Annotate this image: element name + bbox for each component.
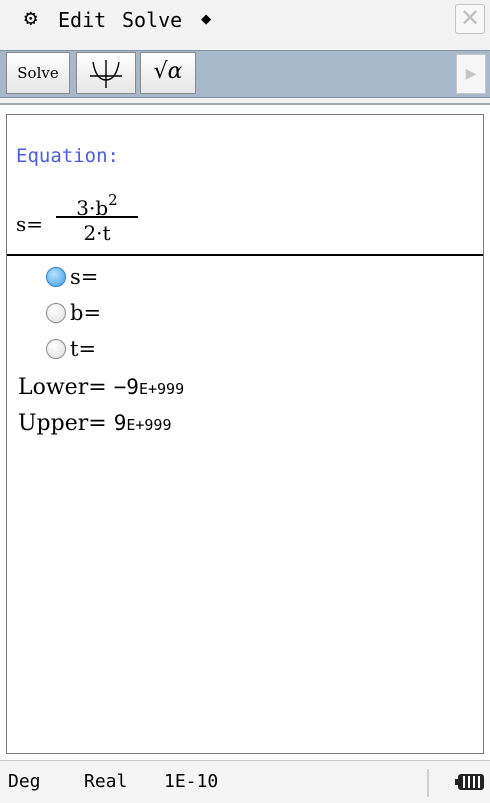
sqrt-alpha-button[interactable]: √α: [140, 52, 196, 94]
graph-icon: [90, 60, 122, 88]
radio-selected-icon: [46, 267, 66, 287]
numerator-exponent: 2: [108, 191, 118, 209]
lower-bound-row[interactable]: Lower= −9E+999: [18, 372, 184, 402]
numerator-base: 3·b: [76, 196, 109, 220]
variable-label: s=: [70, 265, 99, 289]
graph-button[interactable]: [76, 52, 136, 94]
menu-edit[interactable]: Edit: [58, 8, 106, 32]
menu-bar: ⚙ Edit Solve ◆ ✕: [0, 0, 490, 41]
lower-bound-exponent: E+999: [138, 380, 185, 398]
upper-bound-row[interactable]: Upper= 9E+999: [18, 408, 172, 438]
gear-icon[interactable]: ⚙: [24, 6, 37, 31]
lower-bound-mantissa: −9: [113, 375, 139, 399]
toolbar-strip: [0, 50, 490, 98]
lower-bound-label: Lower=: [18, 375, 107, 400]
close-button[interactable]: ✕: [455, 4, 485, 34]
upper-bound-value[interactable]: 9E+999: [114, 411, 172, 435]
radio-b[interactable]: b=: [46, 299, 101, 327]
play-icon: ▶: [465, 66, 477, 82]
radio-unselected-icon: [46, 339, 66, 359]
battery-icon: [455, 774, 484, 790]
status-separator: [427, 769, 429, 797]
upper-bound-mantissa: 9: [113, 411, 127, 435]
menu-solve[interactable]: Solve: [122, 8, 182, 32]
diamond-menu-icon[interactable]: ◆: [201, 9, 211, 29]
radio-t[interactable]: t=: [46, 335, 96, 363]
equation-label: Equation:: [16, 145, 119, 167]
upper-bound-exponent: E+999: [126, 416, 172, 434]
upper-bound-label: Upper=: [18, 411, 107, 436]
equation-divider: [7, 254, 483, 256]
solve-button[interactable]: Solve: [6, 52, 70, 94]
angle-mode[interactable]: Deg: [8, 771, 41, 792]
lower-bound-value[interactable]: −9E+999: [114, 375, 184, 399]
close-icon: ✕: [459, 4, 481, 32]
radio-s[interactable]: s=: [46, 263, 98, 291]
equation-fraction: 3·b2 2·t: [56, 186, 138, 246]
radio-unselected-icon: [46, 303, 66, 323]
variable-label: t=: [70, 337, 97, 361]
number-mode[interactable]: Real: [84, 771, 127, 792]
toolbar: Solve √α ▶: [0, 40, 490, 105]
variable-label: b=: [70, 301, 102, 325]
fraction-numerator: 3·b2: [56, 186, 138, 220]
tolerance-value[interactable]: 1E-10: [164, 771, 218, 792]
fraction-denominator: 2·t: [83, 221, 111, 245]
equation-lhs: s=: [16, 212, 44, 236]
toolbar-next-button[interactable]: ▶: [456, 54, 486, 94]
status-bar: Deg Real 1E-10: [0, 760, 490, 803]
